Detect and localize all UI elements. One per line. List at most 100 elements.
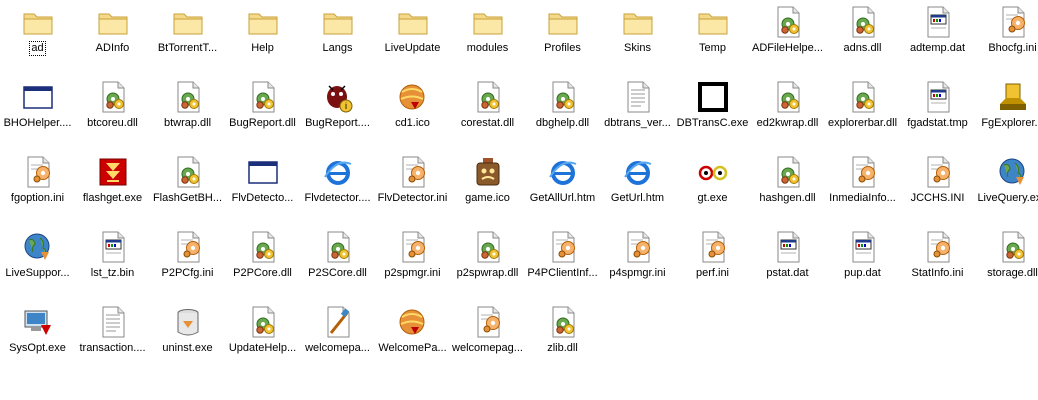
file-name-label: StatInfo.ini xyxy=(911,267,964,279)
desktop-file-item[interactable]: btwrap.dll xyxy=(150,77,225,152)
file-name-label: welcomepa... xyxy=(305,342,370,354)
welcome-brush-icon xyxy=(321,305,355,339)
file-name-label: P2SCore.dll xyxy=(308,267,367,279)
dll-file-icon xyxy=(471,80,505,114)
folder-icon xyxy=(96,5,130,39)
desktop-file-item[interactable]: JCCHS.INI xyxy=(900,152,975,227)
dll-file-icon xyxy=(846,80,880,114)
desktop-file-item[interactable]: zlib.dll xyxy=(525,302,600,377)
desktop-file-item[interactable]: ed2kwrap.dll xyxy=(750,77,825,152)
desktop-file-item[interactable]: dbtrans_ver... xyxy=(600,77,675,152)
desktop-file-item[interactable]: FlvDetector.ini xyxy=(375,152,450,227)
desktop-file-item[interactable]: welcomepa... xyxy=(300,302,375,377)
desktop-file-item[interactable]: storage.dll xyxy=(975,227,1038,302)
desktop-file-item[interactable]: p2spwrap.dll xyxy=(450,227,525,302)
desktop-file-item[interactable]: pup.dat xyxy=(825,227,900,302)
desktop-file-item[interactable]: dbghelp.dll xyxy=(525,77,600,152)
desktop-file-item[interactable]: BugReport.dll xyxy=(225,77,300,152)
file-name-label: cd1.ico xyxy=(395,117,430,129)
desktop-file-item[interactable]: perf.ini xyxy=(675,227,750,302)
desktop-file-item[interactable]: explorerbar.dll xyxy=(825,77,900,152)
file-name-label: ADInfo xyxy=(95,42,130,54)
desktop-file-item[interactable]: DBTransC.exe xyxy=(675,77,750,152)
folder-icon xyxy=(546,5,580,39)
desktop-file-item[interactable]: game.ico xyxy=(450,152,525,227)
file-name-label: SysOpt.exe xyxy=(9,342,66,354)
desktop-file-item[interactable]: hashgen.dll xyxy=(750,152,825,227)
desktop-file-item[interactable]: flashget.exe xyxy=(75,152,150,227)
file-name-label: storage.dll xyxy=(987,267,1038,279)
desktop-file-item[interactable]: modules xyxy=(450,2,525,77)
desktop-file-item[interactable]: i BugReport.... xyxy=(300,77,375,152)
file-name-label: game.ico xyxy=(465,192,510,204)
desktop-file-item[interactable]: cd1.ico xyxy=(375,77,450,152)
desktop-file-item[interactable]: StatInfo.ini xyxy=(900,227,975,302)
file-name-label: FlashGetBH... xyxy=(152,192,223,204)
desktop-file-item[interactable]: SysOpt.exe xyxy=(0,302,75,377)
desktop-file-item[interactable]: pstat.dat xyxy=(750,227,825,302)
desktop-file-item[interactable]: ad xyxy=(0,2,75,77)
desktop-file-item[interactable]: corestat.dll xyxy=(450,77,525,152)
file-name-label: zlib.dll xyxy=(547,342,578,354)
bug-report-icon: i xyxy=(321,80,355,114)
desktop-file-item[interactable]: Temp xyxy=(675,2,750,77)
desktop-file-item[interactable]: lst_tz.bin xyxy=(75,227,150,302)
dll-file-icon xyxy=(471,230,505,264)
desktop-file-item[interactable]: p4spmgr.ini xyxy=(600,227,675,302)
desktop-file-item[interactable]: LiveUpdate xyxy=(375,2,450,77)
desktop-file-item[interactable]: Help xyxy=(225,2,300,77)
desktop-file-item[interactable]: adns.dll xyxy=(825,2,900,77)
desktop-file-item[interactable]: uninst.exe xyxy=(150,302,225,377)
desktop-file-item[interactable]: gt.exe xyxy=(675,152,750,227)
desktop-file-item[interactable]: btcoreu.dll xyxy=(75,77,150,152)
file-name-label: pup.dat xyxy=(844,267,881,279)
desktop-file-item[interactable]: P2PCore.dll xyxy=(225,227,300,302)
desktop-file-item[interactable]: ADFileHelpe... xyxy=(750,2,825,77)
file-name-label: BHOHelper.... xyxy=(3,117,72,129)
desktop-file-item[interactable]: transaction.... xyxy=(75,302,150,377)
desktop-file-item[interactable]: BHOHelper.... xyxy=(0,77,75,152)
file-name-label: FlvDetecto... xyxy=(231,192,294,204)
desktop-file-item[interactable]: p2spmgr.ini xyxy=(375,227,450,302)
file-icon-view: ad ADInfo BtTorrentT... Help Langs LiveU… xyxy=(0,0,1038,400)
desktop-file-item[interactable]: P2PCfg.ini xyxy=(150,227,225,302)
desktop-file-item[interactable]: FgExplorer... xyxy=(975,77,1038,152)
file-name-label: FgExplorer... xyxy=(981,117,1038,129)
desktop-file-item[interactable]: GetUrl.htm xyxy=(600,152,675,227)
desktop-file-item[interactable]: welcomepag... xyxy=(450,302,525,377)
ie-browser-icon xyxy=(621,155,655,189)
ini-file-icon xyxy=(621,230,655,264)
file-name-label: Flvdetector.... xyxy=(304,192,371,204)
desktop-file-item[interactable]: Profiles xyxy=(525,2,600,77)
desktop-file-item[interactable]: LiveSuppor... xyxy=(0,227,75,302)
gt-eyes-icon xyxy=(696,155,730,189)
desktop-file-item[interactable]: FlvDetecto... xyxy=(225,152,300,227)
desktop-file-item[interactable]: UpdateHelp... xyxy=(225,302,300,377)
desktop-file-item[interactable]: adtemp.dat xyxy=(900,2,975,77)
folder-icon xyxy=(471,5,505,39)
desktop-file-item[interactable]: GetAllUrl.htm xyxy=(525,152,600,227)
desktop-file-item[interactable]: fgadstat.tmp xyxy=(900,77,975,152)
file-name-label: p2spwrap.dll xyxy=(456,267,519,279)
desktop-file-item[interactable]: Skins xyxy=(600,2,675,77)
ini-file-icon xyxy=(171,230,205,264)
fgexplorer-icon xyxy=(996,80,1030,114)
desktop-file-item[interactable]: ADInfo xyxy=(75,2,150,77)
file-name-label: ed2kwrap.dll xyxy=(756,117,819,129)
desktop-file-item[interactable]: Langs xyxy=(300,2,375,77)
desktop-file-item[interactable]: P4PClientInf... xyxy=(525,227,600,302)
desktop-file-item[interactable]: Bhocfg.ini xyxy=(975,2,1038,77)
desktop-file-item[interactable]: WelcomePa... xyxy=(375,302,450,377)
desktop-file-item[interactable]: FlashGetBH... xyxy=(150,152,225,227)
desktop-file-item[interactable]: LiveQuery.exe xyxy=(975,152,1038,227)
desktop-file-item[interactable]: InmediaInfo... xyxy=(825,152,900,227)
file-name-label: LiveUpdate xyxy=(384,42,441,54)
desktop-file-item[interactable]: BtTorrentT... xyxy=(150,2,225,77)
file-name-label: FlvDetector.ini xyxy=(377,192,448,204)
desktop-file-item[interactable]: Flvdetector.... xyxy=(300,152,375,227)
file-name-label: WelcomePa... xyxy=(378,342,447,354)
desktop-file-item[interactable]: fgoption.ini xyxy=(0,152,75,227)
desktop-file-item[interactable]: P2SCore.dll xyxy=(300,227,375,302)
file-name-label: DBTransC.exe xyxy=(676,117,749,129)
file-name-label: fgoption.ini xyxy=(10,192,65,204)
